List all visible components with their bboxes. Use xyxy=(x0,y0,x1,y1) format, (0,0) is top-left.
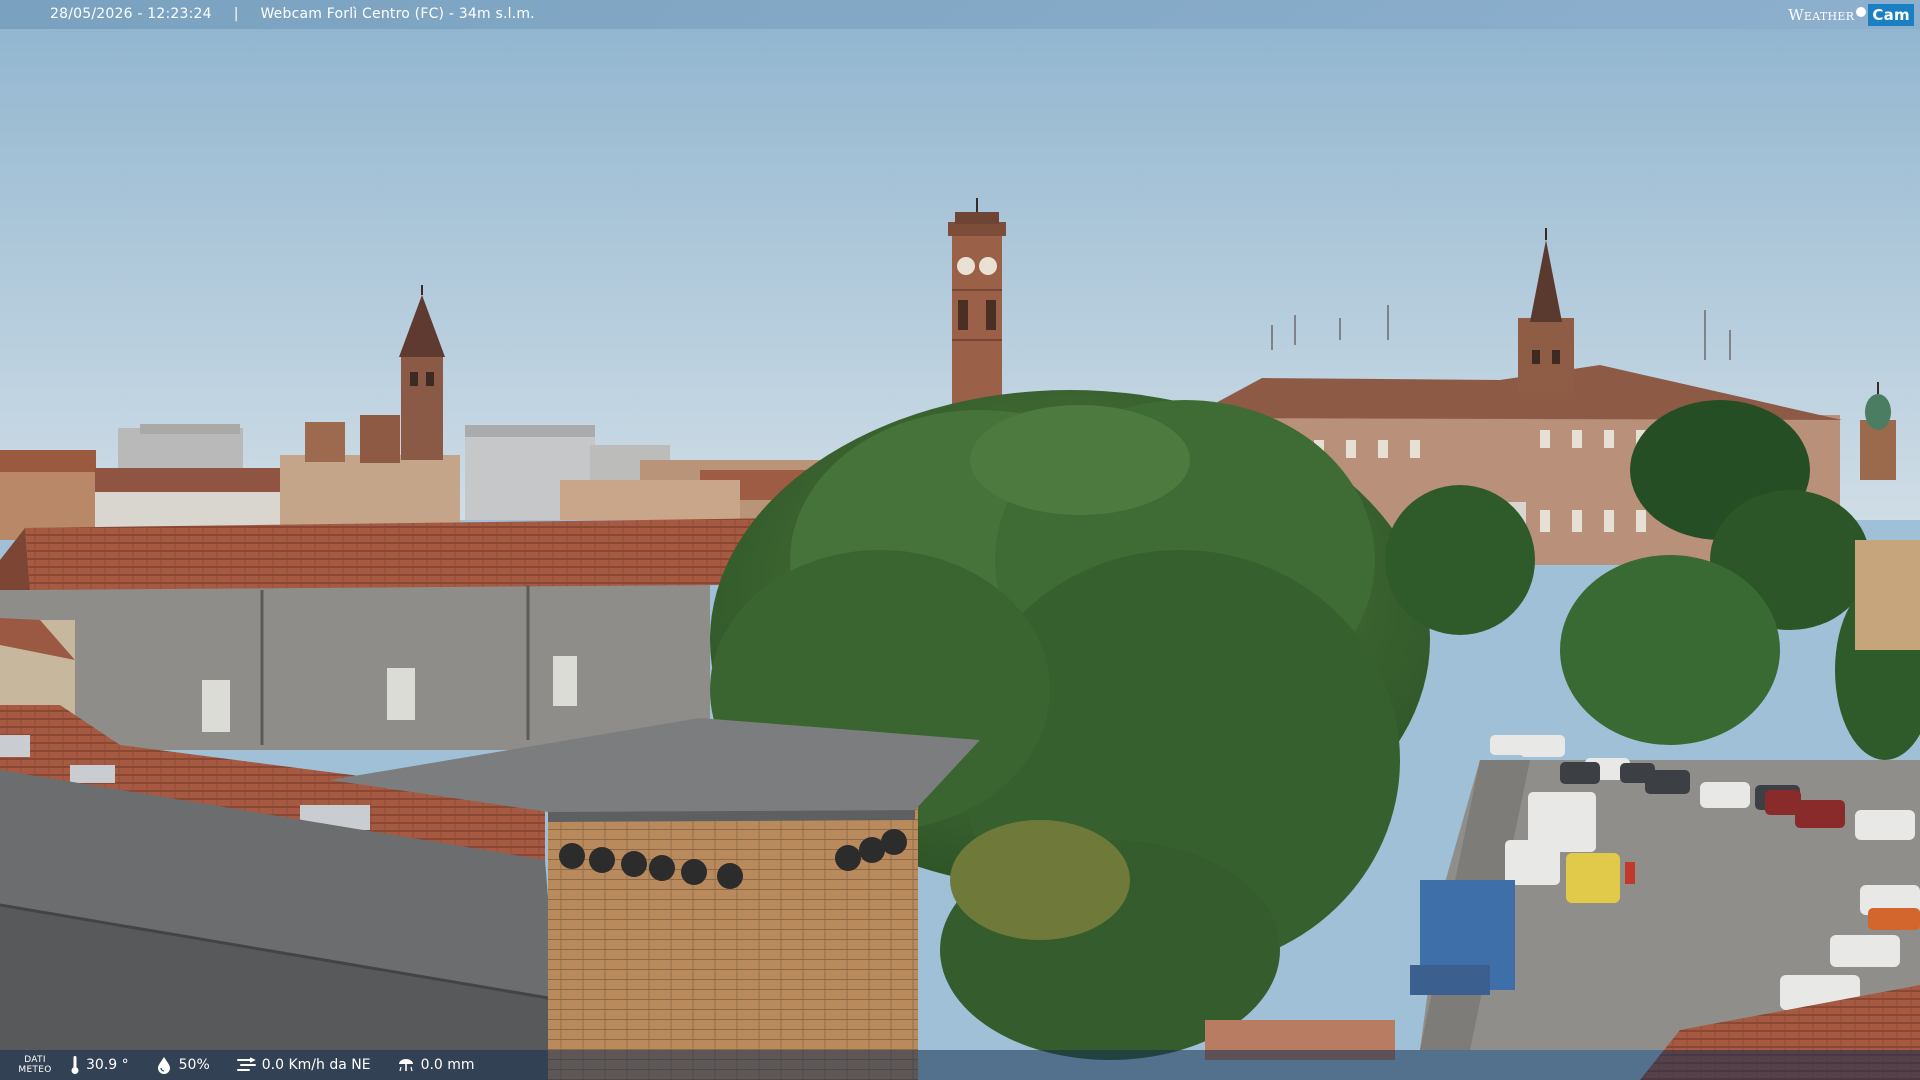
wind-reading: 0.0 Km/h da NE xyxy=(236,1056,371,1074)
thermometer-icon xyxy=(71,1056,79,1074)
temperature-reading: 30.9 ° xyxy=(70,1055,129,1075)
camera-title: Webcam Forlì Centro (FC) - 34m s.l.m. xyxy=(260,6,535,22)
humidity-drop-icon xyxy=(157,1057,170,1074)
wind-value: 0.0 Km/h da NE xyxy=(261,1057,371,1073)
temperature-value: 30.9 ° xyxy=(86,1057,129,1073)
caption-separator: | xyxy=(233,6,239,22)
wind-icon xyxy=(236,1057,256,1071)
webcam-image xyxy=(0,0,1920,1080)
rain-value: 0.0 mm xyxy=(420,1057,475,1073)
weathercam-logo: Weather Cam xyxy=(1780,0,1920,29)
webcam-caption-bar: 28/05/2026 - 12:23:24 | Webcam Forlì Cen… xyxy=(0,0,1920,29)
humidity-reading: 50% xyxy=(155,1056,210,1074)
humidity-value: 50% xyxy=(178,1057,210,1073)
logo-dot-icon xyxy=(1856,6,1867,17)
warehouse-left xyxy=(0,518,795,750)
weather-label-line2: METEO xyxy=(18,1065,52,1075)
rain-gauge-icon xyxy=(398,1059,413,1072)
timestamp: 28/05/2026 - 12:23:24 xyxy=(50,6,212,22)
rain-reading: 0.0 mm xyxy=(397,1056,475,1074)
logo-text-weather: Weather xyxy=(1788,5,1855,24)
weather-data-bar: DATI METEO 30.9 ° 50% 0.0 Km/h da NE 0.0… xyxy=(0,1050,1920,1080)
weather-label-line1: DATI xyxy=(24,1055,46,1065)
logo-text-cam: Cam xyxy=(1868,3,1914,26)
weather-label: DATI METEO xyxy=(0,1055,70,1075)
